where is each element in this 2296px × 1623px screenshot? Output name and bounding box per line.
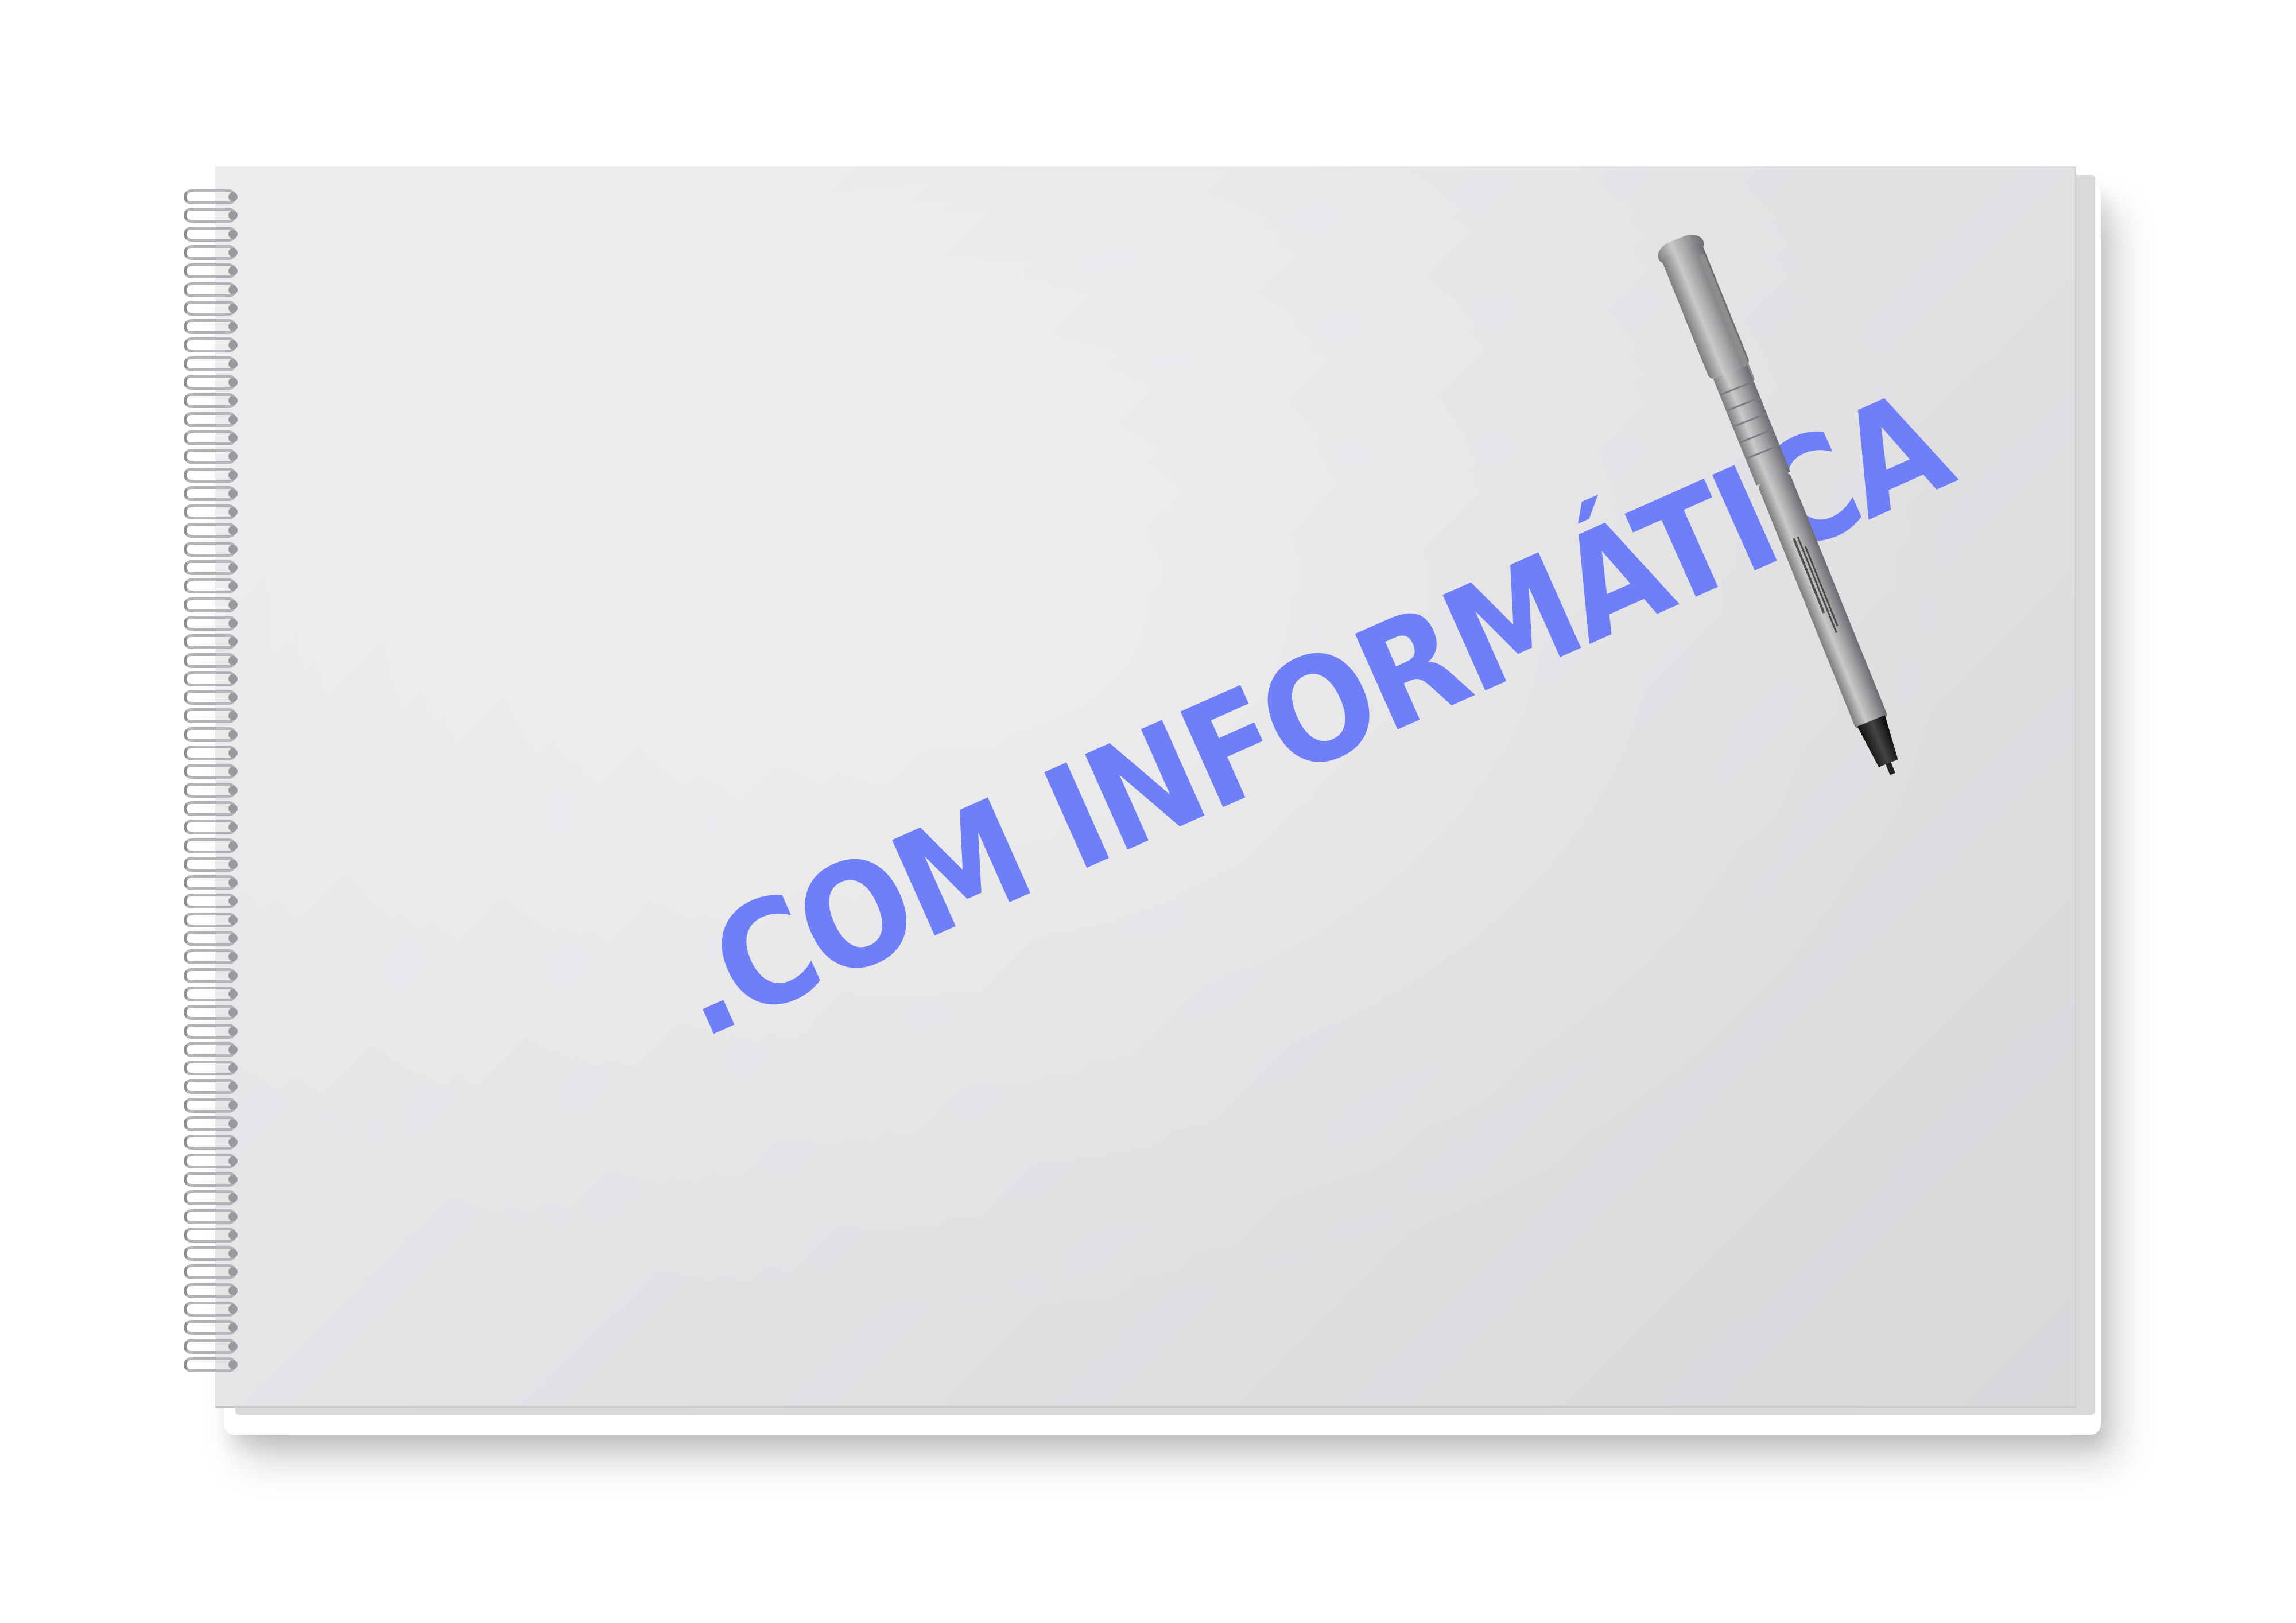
binding-hole xyxy=(228,433,238,442)
binding-hole xyxy=(228,1137,238,1147)
binding-hole xyxy=(228,581,238,591)
binding-hole xyxy=(228,896,238,906)
binding-hole xyxy=(228,637,238,647)
binding-hole xyxy=(228,674,238,684)
binding-hole xyxy=(228,822,238,832)
binding-hole xyxy=(228,1174,238,1184)
binding-hole xyxy=(228,378,238,387)
binding-hole xyxy=(228,285,238,294)
binding-hole xyxy=(228,266,238,276)
binding-hole xyxy=(228,322,238,332)
binding-hole xyxy=(228,526,238,535)
binding-hole xyxy=(228,1082,238,1092)
binding-hole xyxy=(228,1267,238,1277)
binding-hole xyxy=(228,340,238,350)
binding-hole xyxy=(228,952,238,962)
binding-hole xyxy=(228,563,238,572)
binding-hole xyxy=(228,359,238,368)
binding-hole xyxy=(228,488,238,498)
binding-hole xyxy=(228,1119,238,1128)
binding-hole xyxy=(228,544,238,554)
binding-hole xyxy=(228,618,238,628)
binding-hole xyxy=(228,452,238,461)
binding-hole xyxy=(228,414,238,424)
binding-hole xyxy=(228,600,238,609)
binding-hole xyxy=(228,470,238,480)
binding-hole xyxy=(228,1341,238,1351)
binding-hole xyxy=(228,785,238,795)
binding-hole xyxy=(228,396,238,406)
binding-hole xyxy=(228,989,238,999)
binding-hole xyxy=(228,1304,238,1314)
binding-hole xyxy=(228,1063,238,1073)
binding-hole xyxy=(228,1026,238,1036)
binding-hole xyxy=(228,507,238,517)
binding-hole xyxy=(228,192,238,201)
binding-hole xyxy=(228,1360,238,1369)
binding-hole xyxy=(228,748,238,758)
binding-hole xyxy=(228,841,238,851)
binding-hole xyxy=(228,915,238,925)
binding-hole xyxy=(228,247,238,257)
binding-hole xyxy=(228,767,238,776)
binding-hole xyxy=(228,803,238,813)
binding-hole xyxy=(228,1212,238,1221)
spiral-binding xyxy=(184,189,247,1389)
binding-hole xyxy=(228,1045,238,1054)
binding-hole xyxy=(228,1156,238,1166)
binding-hole xyxy=(228,859,238,869)
binding-hole xyxy=(228,711,238,721)
binding-hole xyxy=(228,878,238,888)
binding-hole xyxy=(228,934,238,943)
binding-hole xyxy=(228,229,238,239)
binding-hole xyxy=(228,1230,238,1240)
binding-hole xyxy=(228,970,238,980)
binding-hole xyxy=(228,1323,238,1333)
binding-hole xyxy=(228,303,238,313)
binding-hole xyxy=(228,729,238,739)
scene: .Com Informática xyxy=(0,0,2296,1623)
binding-hole xyxy=(228,655,238,665)
binding-hole xyxy=(228,211,238,220)
binding-hole xyxy=(228,693,238,702)
binding-hole xyxy=(228,1193,238,1203)
binding-hole xyxy=(228,1100,238,1110)
binding-hole xyxy=(228,1286,238,1295)
binding-hole xyxy=(228,1249,238,1259)
binding-hole xyxy=(228,1008,238,1018)
